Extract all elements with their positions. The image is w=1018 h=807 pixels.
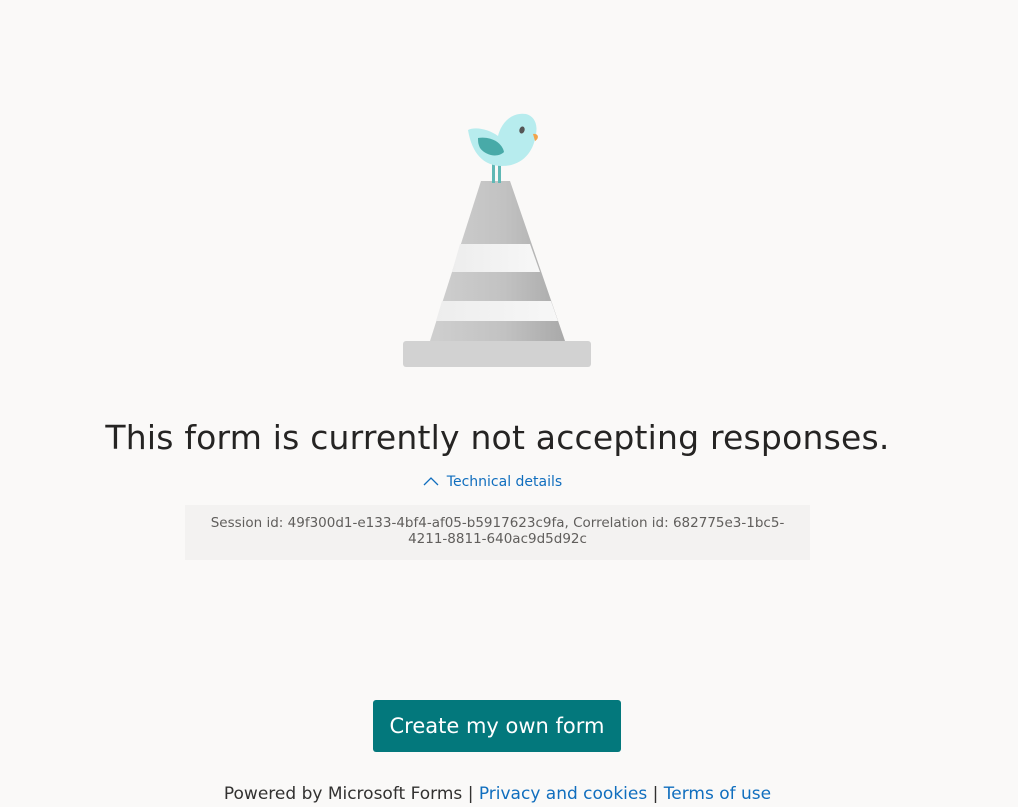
create-my-own-form-button[interactable]: Create my own form: [373, 700, 621, 752]
bird-on-traffic-cone-icon: [403, 113, 591, 367]
technical-details-label: Technical details: [446, 474, 563, 490]
powered-by-text: Powered by Microsoft Forms: [223, 784, 463, 804]
footer: Powered by Microsoft Forms | Privacy and…: [0, 782, 995, 806]
technical-details-toggle[interactable]: Technical details: [0, 472, 985, 492]
privacy-and-cookies-link[interactable]: Privacy and cookies: [479, 784, 647, 804]
footer-separator: |: [652, 784, 659, 804]
technical-details-panel: Session id: 49f300d1-e133-4bf4-af05-b591…: [185, 505, 810, 560]
chevron-up-icon: [423, 476, 439, 485]
error-page: This form is currently not accepting res…: [0, 0, 1018, 807]
footer-separator: |: [467, 784, 474, 804]
page-title: This form is currently not accepting res…: [105, 418, 890, 457]
terms-of-use-link[interactable]: Terms of use: [664, 784, 771, 804]
session-correlation-text: Session id: 49f300d1-e133-4bf4-af05-b591…: [210, 515, 785, 547]
